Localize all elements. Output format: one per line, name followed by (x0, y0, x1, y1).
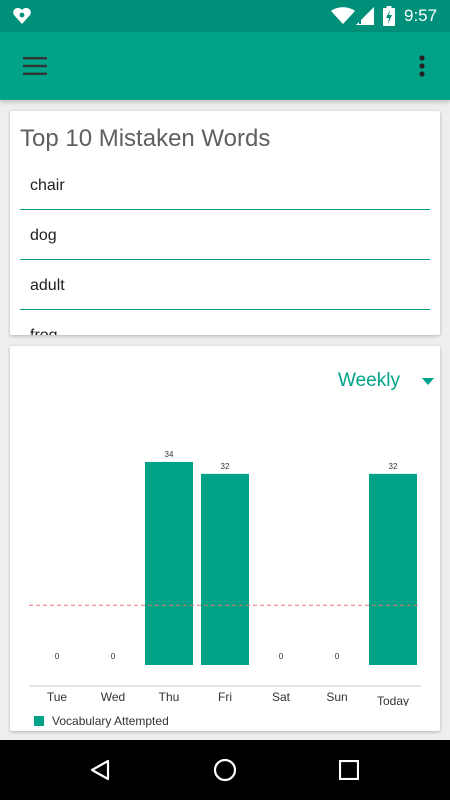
word-text: dog (30, 227, 57, 244)
x-tick-label-wed: Wed (101, 690, 125, 704)
status-bar: 9:57 (0, 0, 450, 32)
data-label-wed: 0 (111, 652, 116, 661)
bar-thu (145, 461, 193, 665)
back-button[interactable] (78, 748, 122, 792)
system-nav-bar (0, 740, 450, 800)
word-list-item[interactable]: frog (20, 311, 430, 335)
recents-square-icon (339, 760, 359, 780)
legend-label: Vocabulary Attempted (52, 714, 169, 728)
activity-chart-card: Weekly 0 Tue 0 Wed 34 Thu 32 Fri 0 Sat 0 Sun 32 Today… (10, 346, 440, 731)
data-label-thu: 34 (165, 450, 174, 459)
x-tick-label-sat: Sat (272, 690, 291, 704)
notification-app-icon (13, 8, 31, 24)
x-tick-label-fri: Fri (218, 690, 232, 704)
data-label-today: 32 (389, 462, 398, 471)
x-tick-label-today: Today (377, 694, 409, 706)
word-list-item[interactable]: dog (20, 211, 430, 260)
status-time: 9:57 (404, 6, 438, 25)
word-text: chair (30, 177, 65, 194)
battery-charging-icon (383, 6, 395, 26)
hamburger-menu-icon (23, 57, 47, 75)
word-text: adult (30, 277, 65, 294)
home-button[interactable] (203, 748, 247, 792)
data-label-sat: 0 (279, 652, 284, 661)
data-label-fri: 32 (221, 462, 230, 471)
x-tick-label-thu: Thu (159, 690, 180, 704)
home-circle-icon (213, 758, 237, 782)
bar-fri (201, 473, 249, 665)
wifi-icon (331, 7, 355, 24)
legend-swatch (34, 716, 44, 726)
mistaken-words-card: Top 10 Mistaken Words chair dog adult fr… (10, 111, 440, 335)
word-text: frog (30, 327, 58, 335)
mistaken-words-title: Top 10 Mistaken Words (20, 125, 271, 152)
app-bar (0, 32, 450, 100)
x-tick-label-sun: Sun (326, 690, 347, 704)
overflow-menu-button[interactable] (406, 46, 438, 86)
bar-today (369, 473, 417, 665)
data-label-tue: 0 (55, 652, 60, 661)
signal-icon (356, 7, 374, 25)
weekly-bar-chart: 0 Tue 0 Wed 34 Thu 32 Fri 0 Sat 0 Sun 32 Today (29, 450, 421, 706)
menu-button[interactable] (14, 46, 54, 86)
more-vert-icon (419, 55, 425, 77)
back-triangle-icon (90, 759, 110, 781)
word-list-item[interactable]: chair (20, 161, 430, 210)
x-tick-label-tue: Tue (47, 690, 68, 704)
recents-button[interactable] (327, 748, 371, 792)
word-list-item[interactable]: adult (20, 261, 430, 310)
data-label-sun: 0 (335, 652, 340, 661)
